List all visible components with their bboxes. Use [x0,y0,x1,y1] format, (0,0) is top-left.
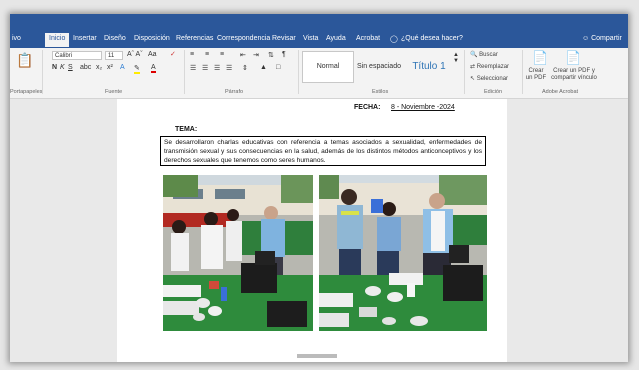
grow-font-button[interactable]: Aˆ Aˇ [127,51,143,58]
underline-button[interactable]: S [68,64,73,71]
title-bar [10,14,628,32]
tab-disposicion[interactable]: Disposición [134,35,170,42]
tab-diseno[interactable]: Diseño [104,35,126,42]
replace-label: Reemplazar [476,64,510,70]
lightbulb-icon: ◯ [390,36,398,43]
ribbon: 📋 Portapapeles Calibri 11 Aˆ Aˇ Aa ✓ N K… [10,48,628,99]
increase-indent-icon[interactable]: ⇥ [253,51,259,59]
align-left-icon[interactable]: ☰ [190,64,196,72]
create-pdf-icon[interactable]: 📄 [532,50,548,66]
multilevel-list-icon[interactable]: ≡ [220,51,224,58]
create-pdf-share-icon[interactable]: 📄 [565,50,581,66]
align-right-icon[interactable]: ☰ [214,64,220,72]
photo-left[interactable] [163,175,313,331]
style-normal[interactable]: Normal [302,51,354,83]
tab-insertar[interactable]: Insertar [73,35,97,42]
fecha-label: FECHA: [354,104,381,111]
replace-icon: ⇄ [470,64,476,70]
group-label-edicion: Edición [484,89,503,95]
style-sin-espaciado[interactable]: Sin espaciado [354,51,404,83]
group-label-fuente: Fuente [105,89,123,95]
text-cut-off [297,354,337,358]
style-titulo-1-label: Título 1 [412,61,446,72]
tab-vista[interactable]: Vista [303,35,318,42]
find-button[interactable]: 🔍 Buscar [470,51,498,58]
font-color-icon[interactable]: A [151,64,156,73]
font-size-select[interactable]: 11 [105,51,123,60]
change-case-button[interactable]: Aa [148,51,157,58]
cursor-icon: ↖ [470,76,476,82]
group-label-parrafo: Párrafo [225,89,244,95]
group-label-estilos: Estilos [372,89,389,95]
paste-icon[interactable]: 📋 [16,52,33,69]
decrease-indent-icon[interactable]: ⇤ [240,51,246,59]
justify-icon[interactable]: ☰ [226,64,232,72]
line-spacing-icon[interactable]: ⇕ [242,64,248,72]
bold-button[interactable]: N [52,64,57,71]
group-divider [298,50,299,94]
tab-revisar[interactable]: Revisar [272,35,296,42]
clear-format-icon[interactable]: ✓ [170,50,176,58]
tab-referencias[interactable]: Referencias [176,35,213,42]
style-normal-label: Normal [316,63,340,70]
style-sin-espaciado-label: Sin espaciado [357,63,401,70]
tema-label: TEMA: [175,126,198,133]
shading-icon[interactable]: ▲ [260,64,267,71]
numbering-icon[interactable]: ≡ [205,51,209,58]
show-marks-icon[interactable]: ¶ [282,51,286,58]
create-pdf-share-label[interactable]: Crear un PDF y compartir vínculo [550,68,598,82]
group-divider [522,50,523,94]
font-name-select[interactable]: Calibri [52,51,102,60]
select-button[interactable]: ↖ Seleccionar [470,75,508,82]
search-icon: 🔍 [470,52,478,58]
window-frame: ivo Inicio Insertar Diseño Disposición R… [10,14,628,362]
document-canvas: FECHA: 8 - Noviembre -2024 TEMA: Se desa… [10,99,628,362]
person-icon: ☺ [582,35,590,42]
highlight-icon[interactable]: ✎ [134,64,140,74]
sort-icon[interactable]: ⇅ [268,51,274,59]
group-divider [42,50,43,94]
tab-archivo-partial[interactable]: ivo [12,35,21,42]
fecha-value: 8 - Noviembre -2024 [391,104,455,111]
group-label-portapapeles: Portapapeles [10,89,43,95]
find-label: Buscar [479,52,498,58]
share-label: Compartir [591,35,622,42]
photo-left-image [163,175,313,331]
borders-icon[interactable]: □ [276,64,280,71]
group-label-acrobat: Adobe Acrobat [542,89,579,95]
create-pdf-label[interactable]: Crear un PDF [525,68,547,82]
tab-inicio[interactable]: Inicio [45,33,70,47]
tab-correspondencia[interactable]: Correspondencia [217,35,270,42]
tema-textbox[interactable]: Se desarrollaron charlas educativas con … [160,136,486,166]
group-divider [464,50,465,94]
replace-button[interactable]: ⇄ Reemplazar [470,63,509,70]
align-center-icon[interactable]: ☰ [202,64,208,72]
ribbon-tabs: ivo Inicio Insertar Diseño Disposición R… [10,32,628,48]
photo-right[interactable] [319,175,487,331]
share-button[interactable]: ☺ Compartir [582,35,622,42]
style-titulo-1[interactable]: Título 1 [404,51,454,83]
superscript-button[interactable]: x² [107,64,113,71]
italic-button[interactable]: K [60,64,65,71]
strikethrough-button[interactable]: abc [80,64,91,71]
group-divider [184,50,185,94]
tab-ayuda[interactable]: Ayuda [326,35,346,42]
tab-acrobat[interactable]: Acrobat [356,35,380,42]
photo-right-image [319,175,487,331]
text-effects-icon[interactable]: A [120,64,125,71]
select-label: Seleccionar [476,76,509,82]
subscript-button[interactable]: x₂ [96,64,102,71]
tell-me-search[interactable]: ¿Qué desea hacer? [401,35,463,42]
document-page[interactable]: FECHA: 8 - Noviembre -2024 TEMA: Se desa… [117,99,507,362]
bullets-icon[interactable]: ≡ [190,51,194,58]
styles-scroll-icon[interactable]: ▲ ▼ [453,52,459,64]
